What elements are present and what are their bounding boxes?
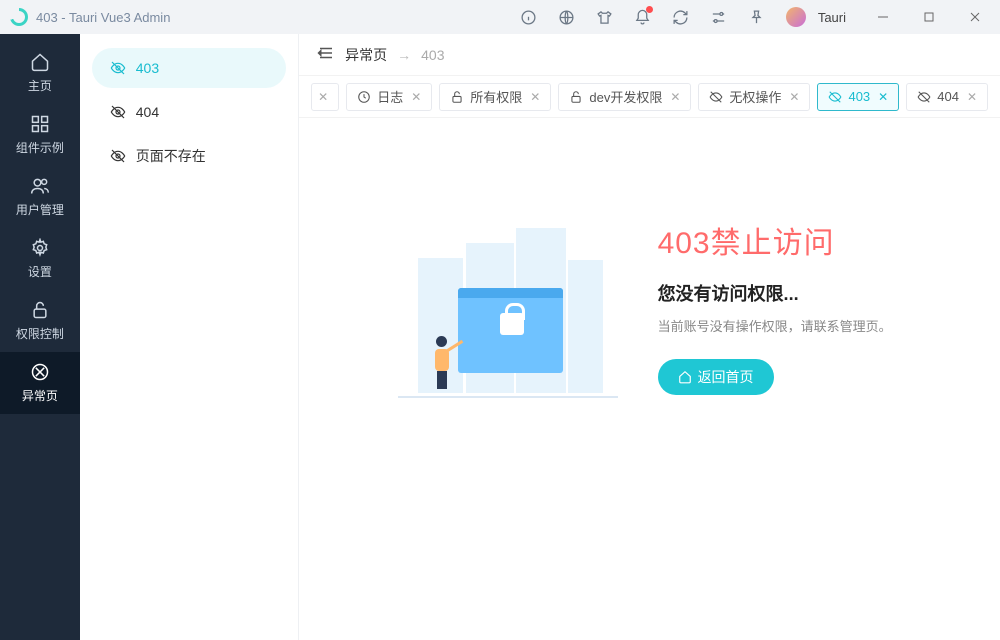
submenu: 403 404 页面不存在: [80, 34, 299, 640]
rail-label: 组件示例: [16, 139, 64, 156]
rail-permissions[interactable]: 权限控制: [0, 290, 80, 352]
breadcrumb-separator: →: [397, 47, 411, 63]
eye-off-icon: [709, 90, 723, 104]
close-icon[interactable]: ✕: [670, 90, 680, 104]
home-icon: [30, 52, 50, 72]
error-heading: 您没有访问权限...: [658, 280, 892, 306]
error-code-title: 403禁止访问: [658, 218, 892, 262]
rail-label: 权限控制: [16, 325, 64, 342]
grid-icon: [30, 114, 50, 134]
minimize-button[interactable]: [864, 2, 902, 32]
denied-icon: [30, 362, 50, 382]
eye-off-icon: [917, 90, 931, 104]
close-icon[interactable]: ✕: [530, 90, 540, 104]
rail-label: 用户管理: [16, 201, 64, 218]
app-logo-icon: [10, 8, 28, 26]
info-icon[interactable]: [514, 2, 544, 32]
close-icon[interactable]: ✕: [318, 90, 328, 104]
breadcrumb: 异常页 → 403: [299, 34, 1000, 76]
eye-off-icon: [110, 60, 126, 76]
main-area: 异常页 → 403 ✕ 日志✕ 所有权限✕ dev开发权限✕ 无权操作✕ 403…: [299, 34, 1000, 640]
content-area: 403禁止访问 您没有访问权限... 当前账号没有操作权限，请联系管理页。 返回…: [299, 118, 1000, 640]
rail-errors[interactable]: 异常页: [0, 352, 80, 414]
maximize-button[interactable]: [910, 2, 948, 32]
settings-toggle-icon[interactable]: [704, 2, 734, 32]
error-message: 403禁止访问 您没有访问权限... 当前账号没有操作权限，请联系管理页。 返回…: [658, 218, 892, 395]
eye-off-icon: [110, 148, 126, 164]
tab-noauth[interactable]: 无权操作✕: [698, 83, 810, 111]
tab-403[interactable]: 403✕: [817, 83, 899, 111]
tab-bar: ✕ 日志✕ 所有权限✕ dev开发权限✕ 无权操作✕ 403✕ 404✕: [299, 76, 1000, 118]
rail-users[interactable]: 用户管理: [0, 166, 80, 228]
error-description: 当前账号没有操作权限，请联系管理页。: [658, 316, 892, 335]
username[interactable]: Tauri: [818, 10, 846, 25]
lock-icon: [569, 90, 583, 104]
tab-dev-perm[interactable]: dev开发权限✕: [558, 83, 691, 111]
nav-rail: 主页 组件示例 用户管理 设置 权限控制 异常页: [0, 34, 80, 640]
submenu-403[interactable]: 403: [92, 48, 286, 88]
tab-all-perm[interactable]: 所有权限✕: [439, 83, 551, 111]
close-icon[interactable]: ✕: [789, 90, 799, 104]
rail-components[interactable]: 组件示例: [0, 104, 80, 166]
titlebar: 403 - Tauri Vue3 Admin Tauri: [0, 0, 1000, 34]
rail-label: 主页: [28, 77, 52, 94]
close-icon[interactable]: ✕: [411, 90, 421, 104]
tab-404[interactable]: 404✕: [906, 83, 988, 111]
submenu-label: 403: [136, 60, 159, 76]
submenu-label: 页面不存在: [136, 146, 206, 166]
rail-settings[interactable]: 设置: [0, 228, 80, 290]
users-icon: [30, 176, 50, 196]
tab-fragment[interactable]: ✕: [311, 83, 339, 111]
bell-icon[interactable]: [628, 2, 658, 32]
window-title: 403 - Tauri Vue3 Admin: [36, 10, 170, 25]
avatar[interactable]: [786, 7, 806, 27]
rail-label: 设置: [28, 263, 52, 280]
breadcrumb-group[interactable]: 异常页: [345, 45, 387, 65]
close-button[interactable]: [956, 2, 994, 32]
eye-off-icon: [828, 90, 842, 104]
error-illustration: [408, 218, 608, 418]
clock-icon: [357, 90, 371, 104]
collapse-menu-icon[interactable]: [317, 44, 335, 65]
rail-home[interactable]: 主页: [0, 42, 80, 104]
submenu-notfound[interactable]: 页面不存在: [92, 136, 286, 176]
home-icon: [678, 370, 692, 384]
tab-log[interactable]: 日志✕: [346, 83, 432, 111]
lock-icon: [450, 90, 464, 104]
back-home-button[interactable]: 返回首页: [658, 359, 774, 395]
close-icon[interactable]: ✕: [967, 90, 977, 104]
refresh-icon[interactable]: [666, 2, 696, 32]
submenu-404[interactable]: 404: [92, 92, 286, 132]
globe-icon[interactable]: [552, 2, 582, 32]
lock-icon: [30, 300, 50, 320]
submenu-label: 404: [136, 104, 159, 120]
breadcrumb-page: 403: [421, 47, 444, 63]
rail-label: 异常页: [22, 387, 58, 404]
eye-off-icon: [110, 104, 126, 120]
gear-icon: [30, 238, 50, 258]
pin-icon[interactable]: [742, 2, 772, 32]
close-icon[interactable]: ✕: [878, 90, 888, 104]
shirt-icon[interactable]: [590, 2, 620, 32]
